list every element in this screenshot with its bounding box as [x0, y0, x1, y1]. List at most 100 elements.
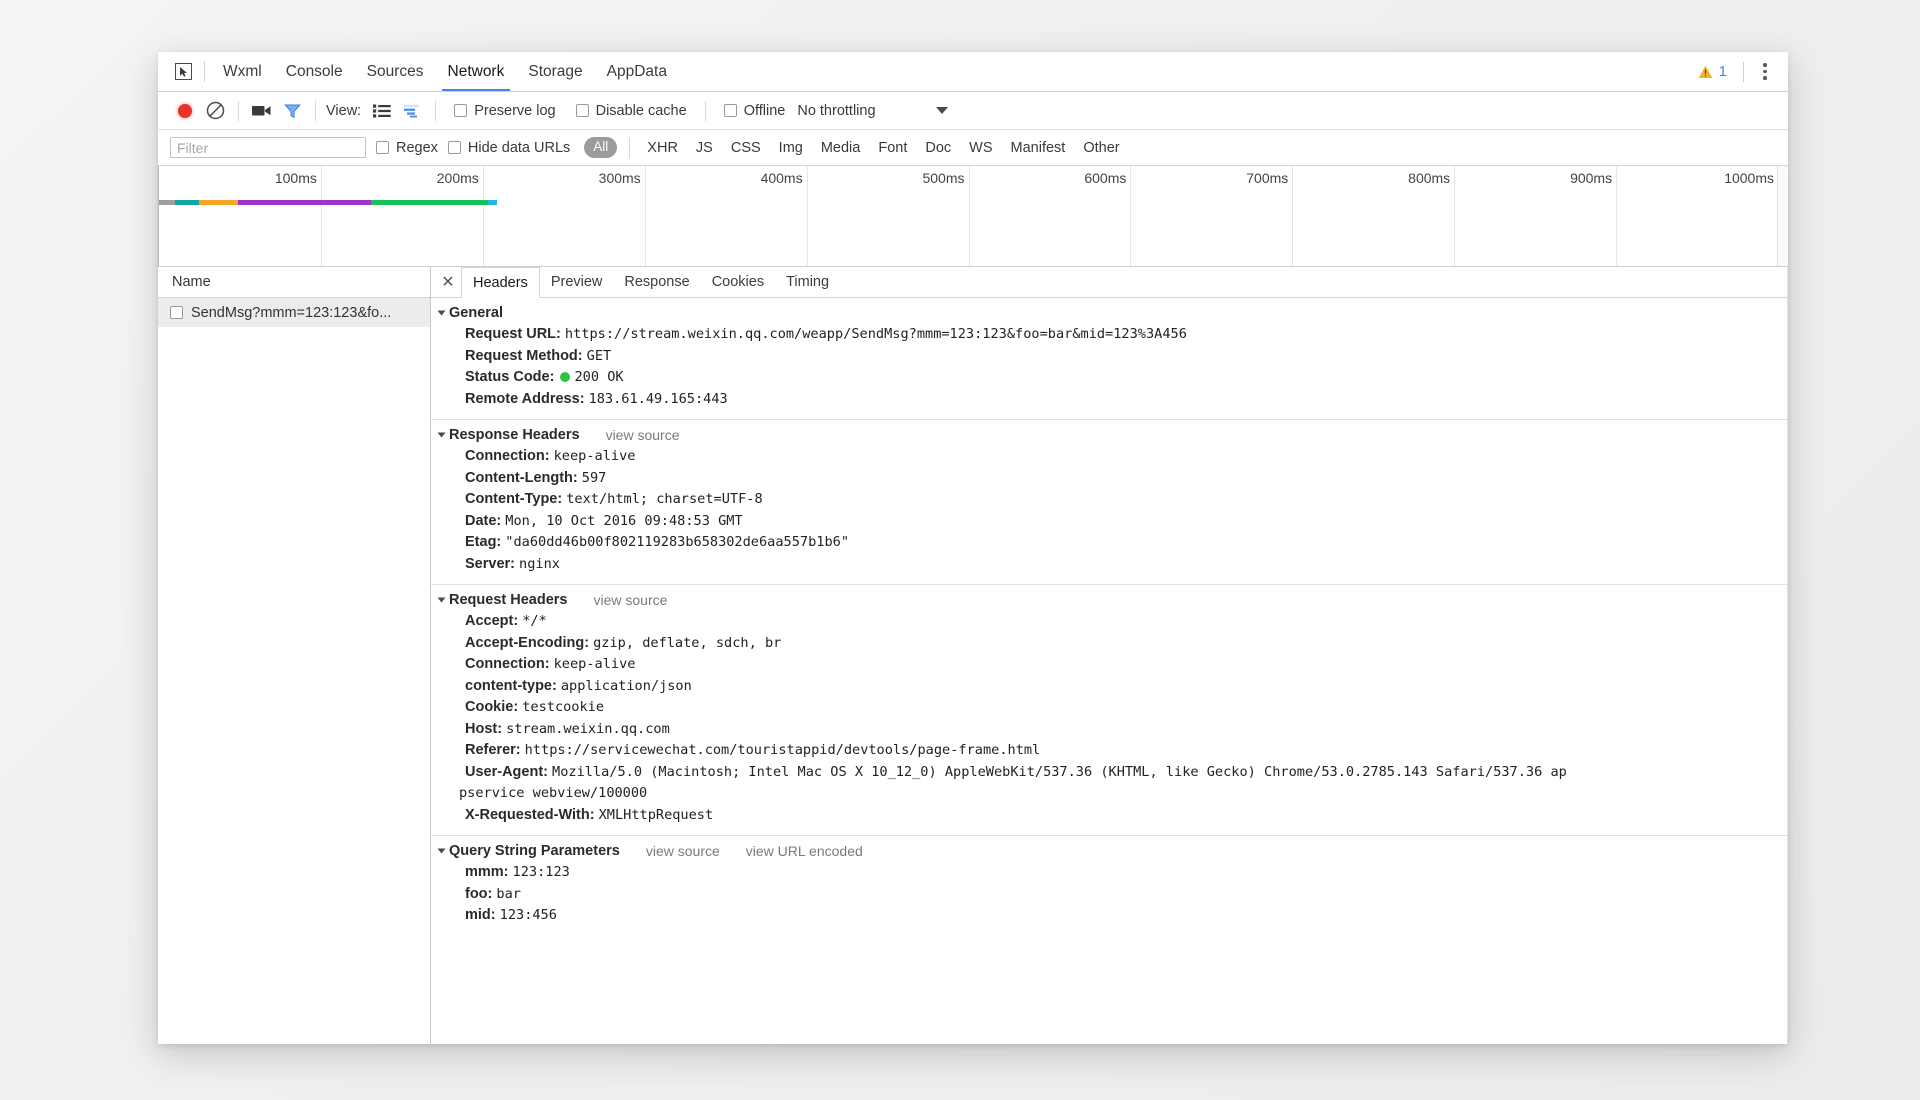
- tab-wxml[interactable]: Wxml: [211, 52, 274, 91]
- overview-bar-segment: [159, 200, 176, 205]
- chevron-down-icon[interactable]: [935, 107, 948, 114]
- overview-bar-segment: [371, 200, 488, 205]
- filter-type-js[interactable]: JS: [687, 140, 722, 156]
- overview-gridline: [1292, 166, 1294, 266]
- funnel-filter-icon[interactable]: [277, 96, 307, 126]
- filter-input[interactable]: [170, 137, 366, 158]
- filter-type-css[interactable]: CSS: [722, 140, 770, 156]
- header-key: Connection:: [465, 448, 554, 464]
- offline-checkbox[interactable]: Offline: [714, 103, 796, 119]
- tab-timing[interactable]: Timing: [775, 267, 840, 297]
- tab-console[interactable]: Console: [274, 52, 355, 91]
- warning-triangle-icon: [1698, 65, 1713, 79]
- header-key: Host:: [465, 720, 507, 737]
- header-value: stream.weixin.qq.com: [506, 720, 670, 737]
- filter-type-xhr[interactable]: XHR: [638, 140, 687, 156]
- cursor-select-icon[interactable]: [166, 52, 200, 91]
- preserve-log-checkbox[interactable]: Preserve log: [444, 103, 565, 119]
- filter-type-media[interactable]: Media: [812, 140, 870, 156]
- regex-checkbox[interactable]: Regex: [366, 140, 448, 156]
- header-key: Etag:: [465, 534, 506, 550]
- filter-type-font[interactable]: Font: [869, 140, 916, 156]
- more-vertical-icon[interactable]: [1752, 59, 1778, 85]
- details-tab-label: Cookies: [711, 274, 765, 290]
- details-right-edge: [1787, 267, 1788, 1044]
- details-tab-label: Response: [624, 274, 690, 290]
- tab-sources[interactable]: Sources: [355, 52, 436, 91]
- tab-cookies[interactable]: Cookies: [701, 267, 775, 297]
- video-camera-icon[interactable]: [247, 96, 277, 126]
- section-header[interactable]: Query String Parameters view source view U…: [431, 843, 1788, 859]
- filter-type-ws[interactable]: WS: [960, 140, 1001, 156]
- header-row: Content-Length: 597: [431, 468, 1788, 490]
- header-key: mid:: [465, 907, 500, 923]
- request-row-checkbox[interactable]: [170, 306, 183, 319]
- header-value: Mozilla/5.0 (Macintosh; Intel Mac OS X 1…: [552, 763, 1567, 780]
- list-view-icon[interactable]: [367, 96, 397, 126]
- waterfall-view-icon[interactable]: [397, 96, 427, 126]
- section-header[interactable]: Response Headers view source: [431, 427, 1788, 443]
- overview-scrollbar[interactable]: [1777, 166, 1788, 266]
- header-row: Date: Mon, 10 Oct 2016 09:48:53 GMT: [431, 511, 1788, 533]
- tab-label: Storage: [528, 62, 583, 80]
- checkbox-box[interactable]: [454, 104, 468, 117]
- toolbar-separator: [435, 100, 437, 121]
- tab-headers[interactable]: Headers: [461, 267, 540, 298]
- header-value: gzip, deflate, sdch, br: [593, 634, 782, 651]
- section-header[interactable]: Request Headers view source: [431, 592, 1788, 608]
- details-tab-label: Preview: [550, 274, 603, 290]
- record-circle-icon[interactable]: [170, 96, 200, 126]
- header-key: Connection:: [465, 656, 554, 672]
- disclosure-triangle-icon[interactable]: [437, 310, 446, 316]
- tab-preview[interactable]: Preview: [540, 267, 614, 297]
- clear-prohibited-icon[interactable]: [200, 96, 230, 126]
- tabbar-right-controls: 1: [1690, 52, 1788, 91]
- disable-cache-checkbox[interactable]: Disable cache: [566, 103, 697, 119]
- hide-data-urls-checkbox[interactable]: Hide data URLs: [447, 140, 580, 156]
- header-value: 200 OK: [574, 369, 624, 385]
- view-source-link[interactable]: view source: [593, 592, 667, 608]
- section-title: Request Headers: [449, 592, 568, 608]
- close-icon[interactable]: ✕: [435, 267, 461, 297]
- header-value: https://servicewechat.com/touristappid/d…: [524, 742, 1041, 758]
- headers-section: General Request URL: https://stream.weixi…: [431, 298, 1788, 420]
- filter-type-doc[interactable]: Doc: [916, 140, 960, 156]
- tab-label: Console: [285, 62, 343, 80]
- warning-indicator[interactable]: 1: [1690, 63, 1735, 80]
- overview-gridline: [482, 166, 484, 266]
- view-source-link[interactable]: view source: [606, 427, 680, 443]
- tab-response[interactable]: Response: [613, 267, 700, 297]
- view-source-link[interactable]: view URL encoded: [746, 843, 863, 859]
- network-overview-timeline[interactable]: 100ms 200ms 300ms 400ms 500ms 600ms 700ms 800ms…: [158, 166, 1788, 267]
- header-key: Content-Length:: [465, 469, 582, 486]
- header-row: Cookie: testcookie: [431, 697, 1788, 719]
- checkbox-box[interactable]: [723, 104, 737, 117]
- tab-storage[interactable]: Storage: [516, 52, 594, 91]
- disclosure-triangle-icon[interactable]: [437, 597, 446, 603]
- disclosure-triangle-icon[interactable]: [437, 432, 446, 438]
- header-value: application/json: [560, 677, 692, 694]
- throttling-select[interactable]: No throttling: [797, 103, 875, 119]
- header-row: Accept: */*: [431, 611, 1788, 633]
- disclosure-triangle-icon[interactable]: [437, 848, 446, 854]
- checkbox-box[interactable]: [376, 141, 389, 154]
- tab-appdata[interactable]: AppData: [595, 52, 679, 91]
- section-title: General: [449, 305, 503, 321]
- overview-tick-label: 600ms: [1084, 170, 1127, 186]
- view-source-link[interactable]: view source: [646, 843, 720, 859]
- filter-type-img[interactable]: Img: [770, 140, 812, 156]
- filter-type-all[interactable]: All: [584, 137, 618, 158]
- request-name: SendMsg?mmm=123:123&fo...: [191, 304, 392, 321]
- header-value: nginx: [519, 555, 560, 572]
- filter-type-manifest[interactable]: Manifest: [1002, 140, 1075, 156]
- filter-type-other[interactable]: Other: [1074, 140, 1128, 156]
- network-filterbar: Regex Hide data URLs All XHR JS CSS Img …: [158, 130, 1788, 166]
- checkbox-box[interactable]: [575, 104, 589, 117]
- header-row: Remote Address: 183.61.49.165:443: [431, 389, 1788, 411]
- request-list-column-header[interactable]: Name: [158, 267, 430, 298]
- table-row[interactable]: SendMsg?mmm=123:123&fo...: [158, 298, 430, 327]
- checkbox-box[interactable]: [447, 141, 461, 154]
- section-header[interactable]: General: [431, 305, 1788, 321]
- tab-network[interactable]: Network: [436, 52, 517, 91]
- overview-tick-label: 1000ms: [1724, 170, 1774, 186]
